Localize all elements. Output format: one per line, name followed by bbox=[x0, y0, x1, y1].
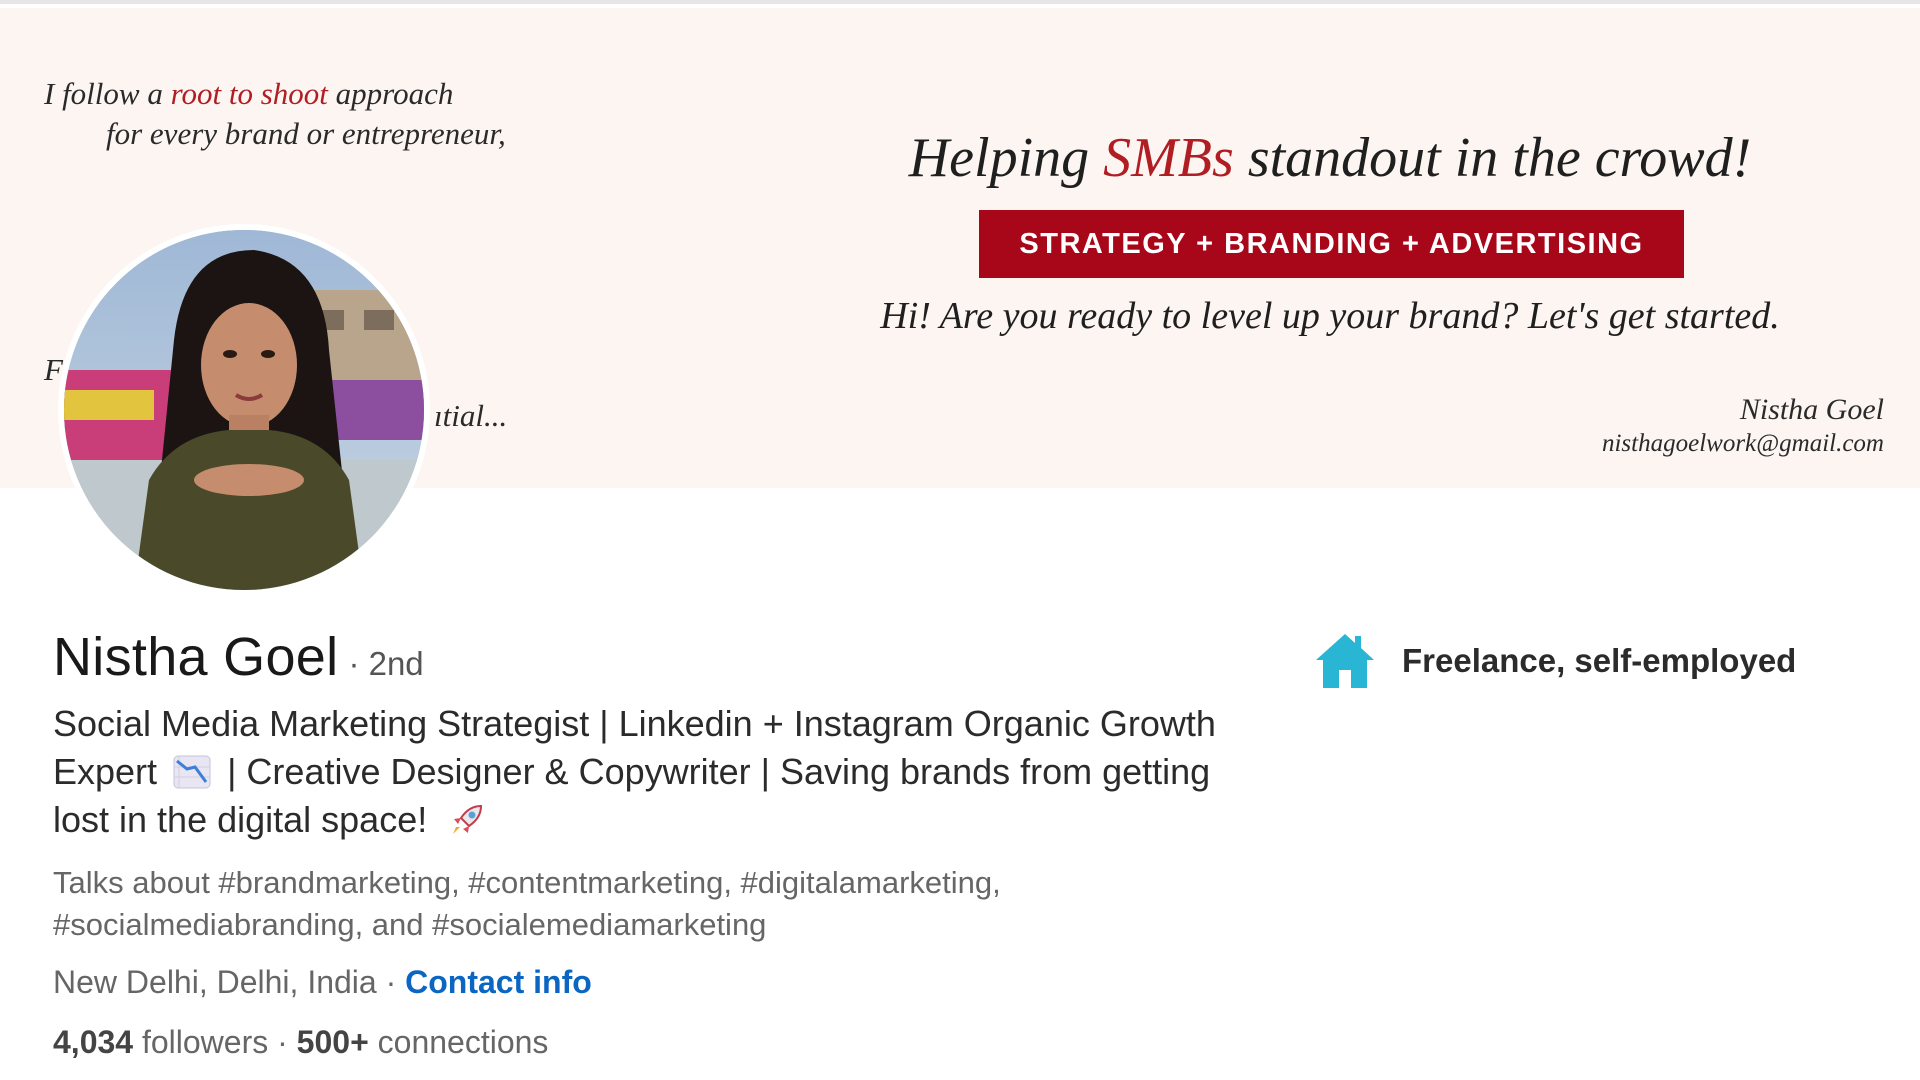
profile-name: Nistha Goel bbox=[53, 627, 339, 687]
banner-intro-line2: for every brand or entrepreneur, bbox=[106, 116, 506, 151]
connections-link[interactable]: 500+ connections bbox=[297, 1024, 549, 1060]
banner-headline: Helping SMBs standout in the crowd! bbox=[900, 126, 1760, 190]
banner-headline-suffix: standout in the crowd! bbox=[1233, 127, 1752, 189]
banner-fragment-right: ıtial... bbox=[434, 398, 508, 433]
talks-about: Talks about #brandmarketing, #contentmar… bbox=[53, 865, 1001, 942]
avatar-photo bbox=[64, 230, 424, 590]
house-icon bbox=[1316, 634, 1374, 688]
banner-headline-prefix: Helping bbox=[908, 127, 1104, 189]
banner-signature-name: Nistha Goel bbox=[1739, 393, 1884, 426]
chart-decreasing-icon bbox=[173, 755, 211, 789]
profile-card: I follow a root to shoot approach for ev… bbox=[0, 0, 1920, 1080]
followers-label: followers bbox=[133, 1024, 269, 1060]
connection-degree: · 2nd bbox=[348, 645, 424, 682]
connections-label: connections bbox=[368, 1024, 549, 1060]
contact-info-link[interactable]: Contact info bbox=[405, 964, 592, 1000]
profile-avatar[interactable] bbox=[58, 224, 430, 596]
banner-signature: Nistha Goel nisthagoelwork@gmail.com bbox=[1602, 392, 1884, 460]
headline-part2: | Creative Designer & Copywriter | Savin… bbox=[53, 751, 1211, 840]
connections-separator: · bbox=[277, 1024, 297, 1060]
current-position-label: Freelance, self-employed bbox=[1402, 642, 1797, 679]
followers-link[interactable]: 4,034 followers bbox=[53, 1024, 277, 1060]
banner-signature-email: nisthagoelwork@gmail.com bbox=[1601, 430, 1884, 457]
current-position[interactable]: Freelance, self-employed bbox=[1314, 630, 1796, 692]
banner-intro-accent: root to shoot bbox=[170, 76, 328, 111]
banner-intro-suffix: approach bbox=[327, 76, 454, 111]
location-separator: · bbox=[376, 964, 406, 1000]
profile-headline: Social Media Marketing Strategist | Link… bbox=[53, 700, 1233, 844]
banner-subline: Hi! Are you ready to level up your brand… bbox=[880, 295, 1780, 337]
rocket-icon bbox=[453, 804, 483, 834]
name-row: Nistha Goel · 2nd bbox=[53, 626, 424, 688]
banner-intro-prefix: I follow a bbox=[44, 76, 171, 111]
network-row: 4,034 followers · 500+ connections bbox=[53, 1024, 548, 1061]
connections-count: 500+ bbox=[296, 1024, 369, 1060]
banner-services-pill: STRATEGY + BRANDING + ADVERTISING bbox=[979, 210, 1684, 278]
banner-intro: I follow a root to shoot approach for ev… bbox=[44, 74, 506, 154]
location-text: New Delhi, Delhi, India bbox=[53, 964, 377, 1000]
banner-headline-accent: SMBs bbox=[1103, 127, 1234, 189]
followers-count: 4,034 bbox=[53, 1024, 134, 1060]
location-row: New Delhi, Delhi, India · Contact info bbox=[53, 964, 592, 1001]
